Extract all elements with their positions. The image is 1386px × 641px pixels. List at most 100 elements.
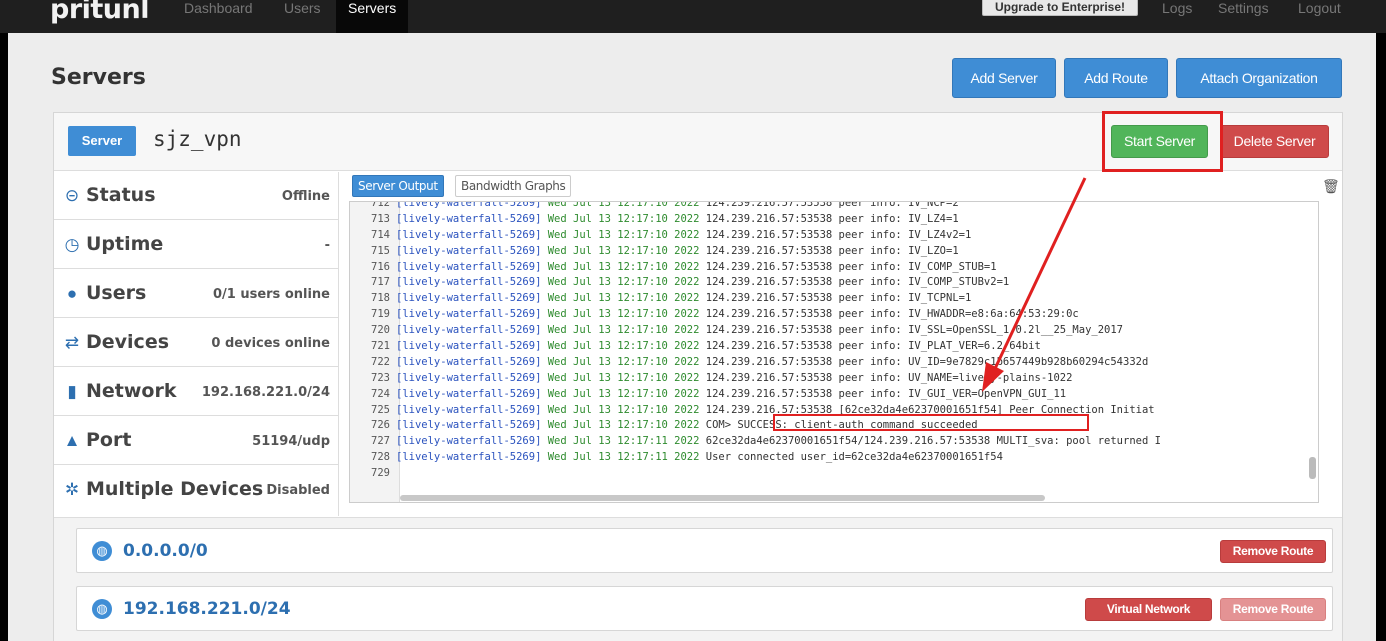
info-label: Port bbox=[86, 429, 132, 451]
log-line: 729 bbox=[350, 466, 1310, 482]
log-line: 719 [lively-waterfall-5269] Wed Jul 13 12… bbox=[350, 307, 1310, 323]
log-host: [lively-waterfall-5269] bbox=[396, 292, 542, 305]
tab-bandwidth-graphs[interactable]: Bandwidth Graphs bbox=[455, 175, 572, 197]
log-host: [lively-waterfall-5269] bbox=[396, 308, 542, 321]
log-line: 722 [lively-waterfall-5269] Wed Jul 13 12… bbox=[350, 355, 1310, 371]
route-row: ◍ 192.168.221.0/24 Virtual Network Remov… bbox=[76, 586, 1333, 631]
log-host: [lively-waterfall-5269] bbox=[396, 403, 542, 416]
log-host: [lively-waterfall-5269] bbox=[396, 201, 542, 209]
nav-dashboard[interactable]: Dashboard bbox=[172, 0, 265, 33]
remove-route-button-disabled[interactable]: Remove Route bbox=[1220, 598, 1326, 621]
log-line-number: 722 bbox=[371, 355, 390, 368]
log-host: [lively-waterfall-5269] bbox=[396, 260, 542, 273]
log-vertical-scrollbar[interactable] bbox=[1309, 457, 1316, 479]
log-host: [lively-waterfall-5269] bbox=[396, 324, 542, 337]
virtual-network-button[interactable]: Virtual Network bbox=[1085, 598, 1212, 621]
log-host: [lively-waterfall-5269] bbox=[396, 355, 542, 368]
log-line-number: 712 bbox=[371, 201, 390, 209]
log-date: Wed Jul 13 12:17:10 2022 bbox=[547, 324, 700, 337]
nav-servers[interactable]: Servers bbox=[336, 0, 409, 33]
page-title: Servers bbox=[51, 65, 146, 90]
routes-section: ◍ 0.0.0.0/0 Remove Route ◍ 192.168.221.0… bbox=[54, 517, 1342, 641]
globe-icon: ◍ bbox=[92, 541, 112, 561]
log-message: 124.239.216.57:53538 peer info: IV_COMP_… bbox=[705, 276, 1010, 289]
log-host: [lively-waterfall-5269] bbox=[396, 435, 542, 448]
log-line-number: 721 bbox=[371, 340, 390, 353]
server-output-log[interactable]: 712 [lively-waterfall-5269] Wed Jul 13 12… bbox=[349, 201, 1319, 503]
log-date: Wed Jul 13 12:17:10 2022 bbox=[547, 355, 700, 368]
server-name[interactable]: sjz_vpn bbox=[153, 127, 242, 151]
log-line-number: 726 bbox=[371, 419, 390, 432]
log-line-number: 716 bbox=[371, 260, 390, 273]
info-label: Devices bbox=[86, 331, 170, 353]
log-message: 124.239.216.57:53538 peer info: IV_LZO=1 bbox=[705, 244, 959, 257]
log-horizontal-scrollbar[interactable] bbox=[400, 495, 1045, 501]
success-highlight-box bbox=[773, 414, 1089, 431]
attach-organization-button[interactable]: Attach Organization bbox=[1176, 58, 1342, 98]
log-message: 62ce32da4e62370001651f54/124.239.216.57:… bbox=[705, 435, 1161, 448]
red-arrow-annotation bbox=[982, 177, 1087, 392]
nav-settings[interactable]: Settings bbox=[1206, 0, 1281, 33]
log-line-number: 718 bbox=[371, 292, 390, 305]
log-host: [lively-waterfall-5269] bbox=[396, 451, 542, 464]
info-value: 0/1 users online bbox=[212, 287, 330, 302]
log-host: [lively-waterfall-5269] bbox=[396, 276, 542, 289]
tab-server-output[interactable]: Server Output bbox=[352, 175, 444, 197]
start-server-highlight-box bbox=[1102, 111, 1223, 172]
remove-route-button[interactable]: Remove Route bbox=[1220, 540, 1326, 563]
info-value: 192.168.221.0/24 bbox=[201, 385, 330, 400]
log-host: [lively-waterfall-5269] bbox=[396, 340, 542, 353]
log-line-number: 719 bbox=[371, 308, 390, 321]
info-row-uptime: ◷ Uptime - bbox=[54, 221, 338, 269]
info-row-status: ⊝ Status Offline bbox=[54, 172, 338, 220]
navbar: pritunl Dashboard Users Servers Upgrade … bbox=[0, 0, 1386, 33]
log-message: 124.239.216.57:53538 peer info: IV_LZ4=1 bbox=[705, 212, 959, 225]
log-date: Wed Jul 13 12:17:10 2022 bbox=[547, 403, 700, 416]
log-line: 715 [lively-waterfall-5269] Wed Jul 13 12… bbox=[350, 244, 1310, 260]
log-date: Wed Jul 13 12:17:10 2022 bbox=[547, 340, 700, 353]
info-row-users: ● Users 0/1 users online bbox=[54, 270, 338, 318]
info-label: Users bbox=[86, 282, 147, 304]
info-label: Network bbox=[86, 380, 177, 402]
add-server-button[interactable]: Add Server bbox=[952, 58, 1056, 98]
log-line-number: 723 bbox=[371, 371, 390, 384]
log-date: Wed Jul 13 12:17:10 2022 bbox=[547, 212, 700, 225]
route-network: 0.0.0.0/0 bbox=[123, 541, 208, 561]
log-date: Wed Jul 13 12:17:11 2022 bbox=[547, 451, 700, 464]
info-label: Uptime bbox=[86, 233, 164, 255]
info-value: - bbox=[324, 238, 330, 253]
log-message: User connected user_id=62ce32da4e6237000… bbox=[705, 451, 1003, 464]
nav-logout[interactable]: Logout bbox=[1286, 0, 1353, 33]
nav-logs[interactable]: Logs bbox=[1150, 0, 1204, 33]
log-line: 718 [lively-waterfall-5269] Wed Jul 13 12… bbox=[350, 291, 1310, 307]
port-icon: ▲ bbox=[63, 431, 81, 450]
log-lines: 712 [lively-waterfall-5269] Wed Jul 13 12… bbox=[350, 201, 1310, 482]
log-line: 727 [lively-waterfall-5269] Wed Jul 13 12… bbox=[350, 434, 1310, 450]
log-date: Wed Jul 13 12:17:10 2022 bbox=[547, 201, 700, 209]
log-line-number: 717 bbox=[371, 276, 390, 289]
log-line-number: 720 bbox=[371, 324, 390, 337]
log-date: Wed Jul 13 12:17:10 2022 bbox=[547, 371, 700, 384]
log-line: 728 [lively-waterfall-5269] Wed Jul 13 12… bbox=[350, 450, 1310, 466]
log-line-number: 714 bbox=[371, 228, 390, 241]
trash-icon[interactable]: 🗑 bbox=[1322, 178, 1340, 194]
log-message: 124.239.216.57:53538 peer info: IV_TCPNL… bbox=[705, 292, 972, 305]
log-date: Wed Jul 13 12:17:11 2022 bbox=[547, 435, 700, 448]
log-date: Wed Jul 13 12:17:10 2022 bbox=[547, 292, 700, 305]
info-row-port: ▲ Port 51194/udp bbox=[54, 417, 338, 465]
log-date: Wed Jul 13 12:17:10 2022 bbox=[547, 419, 700, 432]
upgrade-button[interactable]: Upgrade to Enterprise! bbox=[982, 0, 1138, 16]
log-line: 712 [lively-waterfall-5269] Wed Jul 13 12… bbox=[350, 201, 1310, 212]
log-message: 124.239.216.57:53538 peer info: IV_COMP_… bbox=[705, 260, 997, 273]
brand-logo[interactable]: pritunl bbox=[50, 0, 150, 25]
globe-icon: ◍ bbox=[92, 599, 112, 619]
log-date: Wed Jul 13 12:17:10 2022 bbox=[547, 308, 700, 321]
log-line-number: 725 bbox=[371, 403, 390, 416]
log-date: Wed Jul 13 12:17:10 2022 bbox=[547, 244, 700, 257]
log-date: Wed Jul 13 12:17:10 2022 bbox=[547, 276, 700, 289]
delete-server-button[interactable]: Delete Server bbox=[1220, 125, 1329, 158]
log-host: [lively-waterfall-5269] bbox=[396, 387, 542, 400]
nav-users[interactable]: Users bbox=[272, 0, 333, 33]
add-route-button[interactable]: Add Route bbox=[1064, 58, 1168, 98]
log-line: 717 [lively-waterfall-5269] Wed Jul 13 12… bbox=[350, 275, 1310, 291]
